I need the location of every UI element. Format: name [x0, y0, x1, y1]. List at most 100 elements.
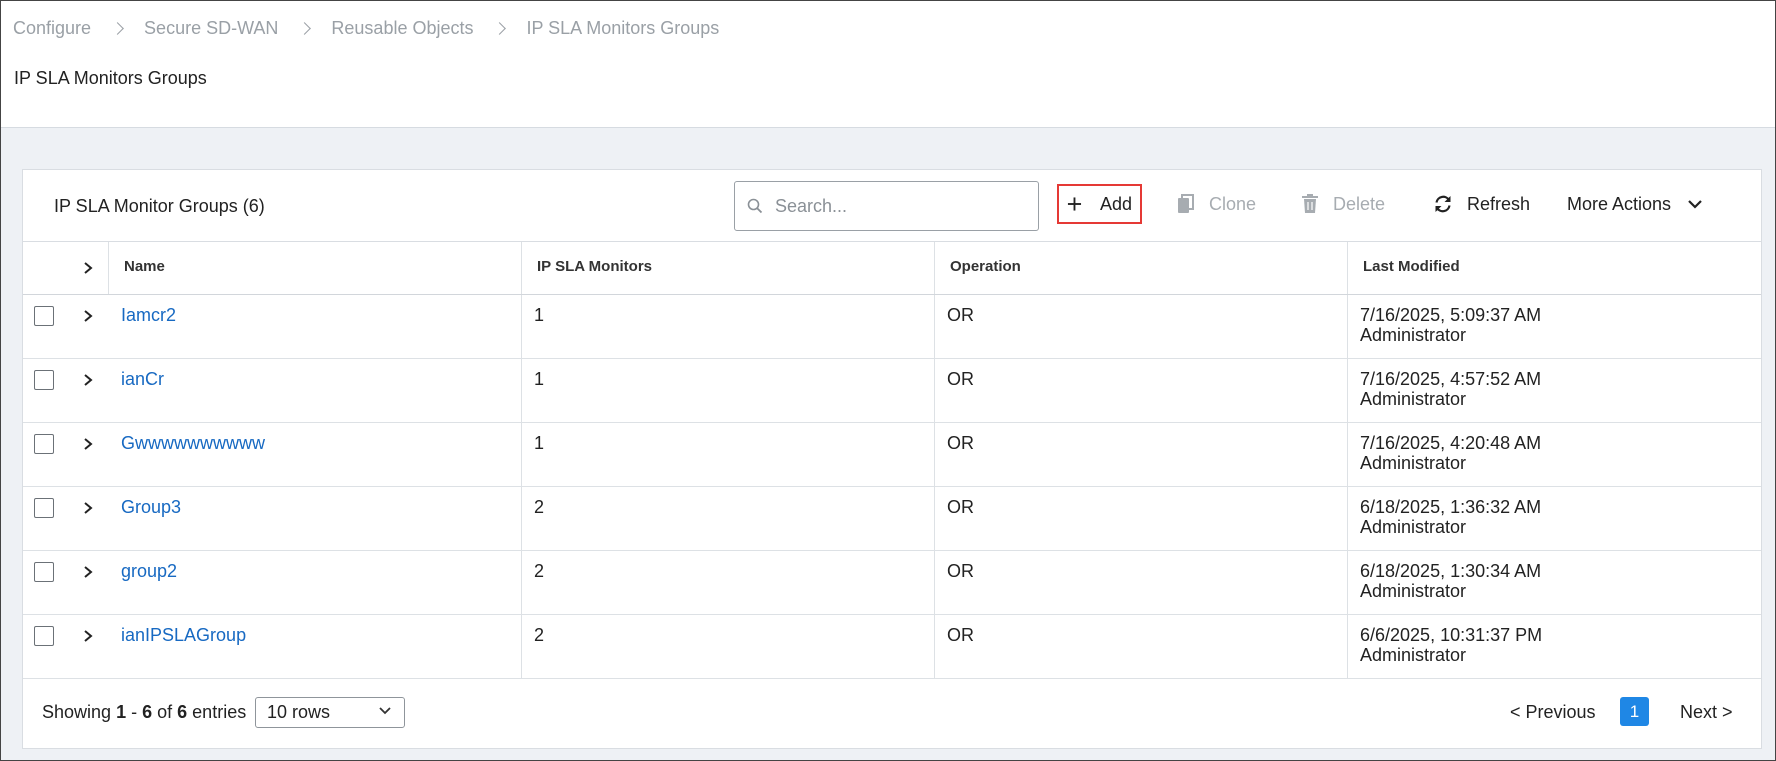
table-row[interactable]: Iamcr2 1 OR 7/16/2025, 5:09:37 AM Admini…	[23, 295, 1761, 359]
breadcrumb-reusable-objects[interactable]: Reusable Objects	[331, 18, 473, 39]
last-modified-user: Administrator	[1360, 581, 1467, 601]
clone-button[interactable]: Clone	[1177, 184, 1256, 224]
rows-per-page-select[interactable]: 10 rows	[255, 697, 405, 728]
add-label: Add	[1099, 193, 1132, 214]
row-checkbox[interactable]	[34, 370, 54, 390]
plus-icon	[1067, 197, 1082, 211]
operation-value: OR	[947, 561, 974, 581]
monitors-count: 1	[534, 433, 545, 453]
last-modified-date: 6/18/2025, 1:30:34 AM	[1360, 561, 1542, 581]
chevron-right-icon	[111, 22, 124, 35]
row-expand-toggle[interactable]	[79, 435, 97, 453]
refresh-label: Refresh	[1467, 193, 1531, 214]
table-row[interactable]: Gwwwwwwwwww 1 OR 7/16/2025, 4:20:48 AM A…	[23, 423, 1761, 487]
breadcrumb-current: IP SLA Monitors Groups	[526, 18, 720, 38]
table-title: IP SLA Monitor Groups (6)	[54, 196, 265, 216]
more-actions-label: More Actions	[1567, 193, 1672, 214]
row-expand-toggle[interactable]	[79, 371, 97, 389]
monitors-count: 1	[534, 369, 545, 389]
more-actions-button[interactable]: More Actions	[1567, 184, 1703, 224]
operation-value: OR	[947, 305, 974, 325]
chevron-right-icon	[493, 22, 507, 35]
chevron-down-icon	[1688, 200, 1702, 209]
table-row[interactable]: group2 2 OR 6/18/2025, 1:30:34 AM Admini…	[23, 551, 1761, 615]
table-body: Iamcr2 1 OR 7/16/2025, 5:09:37 AM Admini…	[23, 295, 1761, 679]
chevron-right-icon	[84, 374, 93, 386]
column-header-name[interactable]: Name	[124, 258, 165, 275]
table-row[interactable]: ianCr 1 OR 7/16/2025, 4:57:52 AM Adminis…	[23, 359, 1761, 423]
last-modified-user: Administrator	[1360, 325, 1467, 345]
chevron-right-icon	[84, 310, 93, 322]
last-modified-user: Administrator	[1360, 645, 1467, 665]
operation-value: OR	[947, 625, 974, 645]
row-expand-toggle[interactable]	[79, 627, 97, 645]
expand-all-toggle[interactable]	[79, 259, 97, 277]
last-modified-user: Administrator	[1360, 389, 1467, 409]
chevron-right-icon	[84, 502, 93, 514]
row-checkbox[interactable]	[34, 434, 54, 454]
table-footer: Showing 1 - 6 of 6 entries 10 rows < Pre…	[23, 678, 1761, 748]
row-expand-toggle[interactable]	[79, 563, 97, 581]
monitors-count: 2	[534, 625, 545, 645]
previous-page-button[interactable]: < Previous	[1510, 702, 1596, 723]
chevron-down-icon	[379, 707, 391, 715]
last-modified-date: 7/16/2025, 4:57:52 AM	[1360, 369, 1542, 389]
clone-label: Clone	[1209, 193, 1257, 214]
chevron-right-icon	[84, 566, 93, 578]
last-modified-user: Administrator	[1360, 517, 1467, 537]
last-modified-date: 6/6/2025, 10:31:37 PM	[1360, 625, 1543, 645]
breadcrumb: Configure Secure SD-WAN Reusable Objects…	[13, 18, 719, 39]
table-header-row: Name IP SLA Monitors Operation Last Modi…	[23, 242, 1761, 295]
chevron-right-icon	[84, 630, 93, 642]
search-input[interactable]	[775, 195, 1025, 217]
trash-icon	[1302, 194, 1318, 213]
groups-card: IP SLA Monitor Groups (6) Add Clone Dele…	[22, 169, 1762, 749]
column-header-monitors[interactable]: IP SLA Monitors	[537, 258, 652, 275]
table-row[interactable]: ianIPSLAGroup 2 OR 6/6/2025, 10:31:37 PM…	[23, 615, 1761, 679]
rows-per-page-value: 10 rows	[267, 702, 331, 722]
next-page-button[interactable]: Next >	[1680, 702, 1733, 723]
monitors-count: 1	[534, 305, 545, 325]
last-modified-date: 7/16/2025, 4:20:48 AM	[1360, 433, 1542, 453]
operation-value: OR	[947, 497, 974, 517]
search-icon	[735, 198, 775, 214]
operation-value: OR	[947, 369, 974, 389]
last-modified-date: 6/18/2025, 1:36:32 AM	[1360, 497, 1542, 517]
chevron-right-icon	[298, 22, 312, 35]
table-row[interactable]: Group3 2 OR 6/18/2025, 1:36:32 AM Admini…	[23, 487, 1761, 551]
copy-icon	[1178, 194, 1194, 213]
group-name-link[interactable]: Iamcr2	[121, 305, 176, 326]
page-number-button[interactable]: 1	[1620, 697, 1649, 726]
row-checkbox[interactable]	[34, 562, 54, 582]
last-modified-user: Administrator	[1360, 453, 1467, 473]
row-checkbox[interactable]	[34, 306, 54, 326]
group-name-link[interactable]: ianIPSLAGroup	[121, 625, 246, 646]
group-name-link[interactable]: Gwwwwwwwwww	[121, 433, 265, 454]
breadcrumb-secure-sdwan[interactable]: Secure SD-WAN	[144, 18, 278, 39]
pagination-summary: Showing 1 - 6 of 6 entries	[42, 702, 247, 722]
row-checkbox[interactable]	[34, 498, 54, 518]
refresh-icon	[1435, 195, 1451, 213]
refresh-button[interactable]: Refresh	[1433, 184, 1530, 224]
monitors-count: 2	[534, 561, 545, 581]
operation-value: OR	[947, 433, 974, 453]
row-expand-toggle[interactable]	[79, 307, 97, 325]
delete-button[interactable]: Delete	[1301, 184, 1385, 224]
page-header: Configure Secure SD-WAN Reusable Objects…	[1, 1, 1775, 128]
group-name-link[interactable]: Group3	[121, 497, 181, 518]
last-modified-date: 7/16/2025, 5:09:37 AM	[1360, 305, 1542, 325]
delete-label: Delete	[1333, 193, 1386, 214]
chevron-right-icon	[84, 438, 93, 450]
search-box[interactable]	[734, 181, 1039, 231]
group-name-link[interactable]: ianCr	[121, 369, 164, 390]
add-button[interactable]: Add	[1057, 184, 1142, 224]
chevron-right-icon	[84, 262, 93, 274]
breadcrumb-configure[interactable]: Configure	[13, 18, 91, 39]
column-header-operation[interactable]: Operation	[950, 258, 1021, 275]
monitors-count: 2	[534, 497, 545, 517]
page-title: IP SLA Monitors Groups	[14, 68, 207, 88]
column-header-last-modified[interactable]: Last Modified	[1363, 258, 1460, 275]
row-expand-toggle[interactable]	[79, 499, 97, 517]
group-name-link[interactable]: group2	[121, 561, 177, 582]
row-checkbox[interactable]	[34, 626, 54, 646]
